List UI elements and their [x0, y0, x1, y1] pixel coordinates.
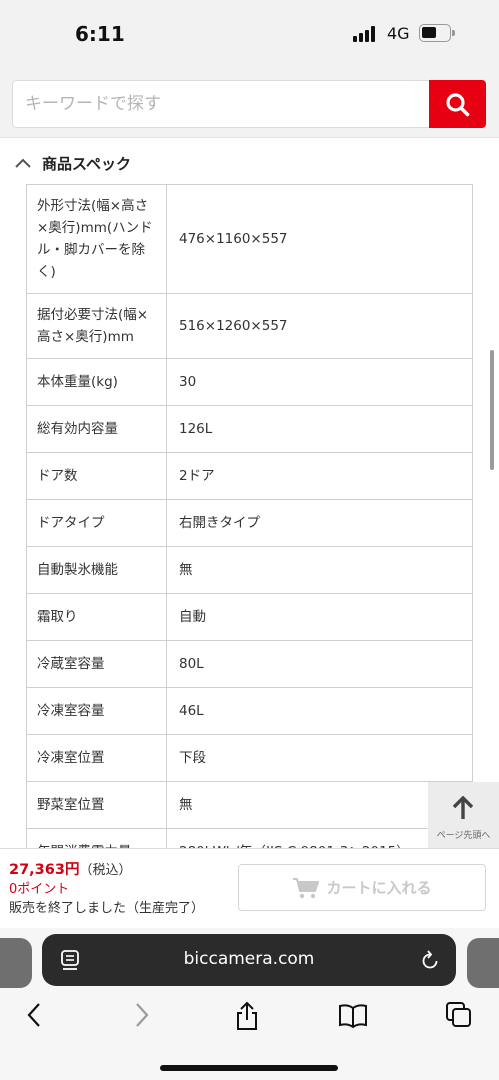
- spec-label: 冷蔵室容量: [26, 640, 167, 688]
- spec-label: 総有効内容量: [26, 405, 167, 453]
- previous-tab[interactable]: [0, 938, 32, 988]
- spec-section-title: 商品スペック: [42, 154, 131, 173]
- table-row: ドアタイプ 右開きタイプ: [26, 499, 473, 547]
- back-icon[interactable]: [24, 1000, 44, 1030]
- spec-label: 本体重量(kg): [26, 358, 167, 406]
- search-header: [0, 68, 499, 138]
- spec-label: 冷凍室容量: [26, 687, 167, 735]
- tabs-icon[interactable]: [444, 1000, 474, 1030]
- table-row: 霜取り 自動: [26, 593, 473, 641]
- spec-value: 無: [166, 781, 473, 829]
- cart-icon: [293, 877, 320, 898]
- page-top-button[interactable]: ページ先頭へ: [428, 782, 499, 848]
- search-input[interactable]: [12, 80, 429, 128]
- table-row: 総有効内容量 126L: [26, 405, 473, 453]
- spec-value: 80L: [166, 640, 473, 688]
- battery-icon: [419, 24, 455, 42]
- add-to-cart-label: カートに入れる: [326, 879, 432, 897]
- status-time: 6:11: [75, 22, 125, 46]
- search-button[interactable]: [429, 80, 486, 128]
- spec-label: 冷凍室位置: [26, 734, 167, 782]
- spec-label: ドア数: [26, 452, 167, 500]
- table-row: 据付必要寸法(幅×高さ×奥行)mm 516×1260×557: [26, 293, 473, 359]
- browser-toolbar: [0, 998, 499, 1038]
- scrollbar[interactable]: [490, 350, 494, 470]
- spec-value: 右開きタイプ: [166, 499, 473, 547]
- spec-label: 霜取り: [26, 593, 167, 641]
- tax-note: （税込）: [79, 863, 132, 878]
- spec-section-header[interactable]: 商品スペック: [14, 150, 131, 176]
- search-icon: [446, 93, 470, 117]
- spec-value: 476×1160×557: [166, 184, 473, 294]
- spec-label: ドアタイプ: [26, 499, 167, 547]
- spec-value: 46L: [166, 687, 473, 735]
- cart-bar: 27,363円（税込） 0ポイント 販売を終了しました（生産完了） カートに入れ…: [0, 848, 499, 928]
- forward-icon[interactable]: [132, 1000, 152, 1030]
- price: 27,363円: [9, 862, 80, 878]
- chevron-up-icon: [15, 158, 31, 168]
- table-row: 外形寸法(幅×高さ×奥行)mm(ハンドル・脚カバーを除く) 476×1160×5…: [26, 184, 473, 294]
- signal-icon: [353, 26, 379, 42]
- table-row: 冷蔵室容量 80L: [26, 640, 473, 688]
- table-row: 野菜室位置 無: [26, 781, 473, 829]
- page-top-label: ページ先頭へ: [436, 831, 491, 841]
- spec-table: 外形寸法(幅×高さ×奥行)mm(ハンドル・脚カバーを除く) 476×1160×5…: [26, 184, 473, 876]
- status-bar: 6:11 4G: [0, 0, 499, 68]
- spec-label: 据付必要寸法(幅×高さ×奥行)mm: [26, 293, 167, 359]
- points: 0ポイント: [9, 882, 70, 897]
- table-row: 自動製氷機能 無: [26, 546, 473, 594]
- spec-label: 外形寸法(幅×高さ×奥行)mm(ハンドル・脚カバーを除く): [26, 184, 167, 294]
- spec-value: 516×1260×557: [166, 293, 473, 359]
- spec-label: 野菜室位置: [26, 781, 167, 829]
- spec-value: 無: [166, 546, 473, 594]
- reload-icon[interactable]: [420, 949, 440, 971]
- home-indicator: [160, 1065, 338, 1071]
- table-row: 本体重量(kg) 30: [26, 358, 473, 406]
- spec-value: 126L: [166, 405, 473, 453]
- table-row: ドア数 2ドア: [26, 452, 473, 500]
- spec-label: 自動製氷機能: [26, 546, 167, 594]
- bookmarks-icon[interactable]: [338, 1000, 368, 1030]
- sales-status: 販売を終了しました（生産完了）: [9, 901, 205, 916]
- next-tab[interactable]: [467, 938, 499, 988]
- address-bar[interactable]: biccamera.com: [42, 934, 456, 986]
- price-line: 27,363円（税込）: [9, 858, 131, 879]
- arrow-up-icon: [452, 796, 474, 819]
- spec-value: 30: [166, 358, 473, 406]
- url-text: biccamera.com: [183, 949, 315, 969]
- spec-value: 2ドア: [166, 452, 473, 500]
- add-to-cart-button[interactable]: カートに入れる: [238, 864, 486, 911]
- spec-value: 自動: [166, 593, 473, 641]
- browser-bottom-bar: biccamera.com: [0, 928, 499, 1080]
- table-row: 冷凍室容量 46L: [26, 687, 473, 735]
- spec-value: 下段: [166, 734, 473, 782]
- network-type: 4G: [387, 24, 410, 43]
- share-icon[interactable]: [234, 1000, 260, 1032]
- table-row: 冷凍室位置 下段: [26, 734, 473, 782]
